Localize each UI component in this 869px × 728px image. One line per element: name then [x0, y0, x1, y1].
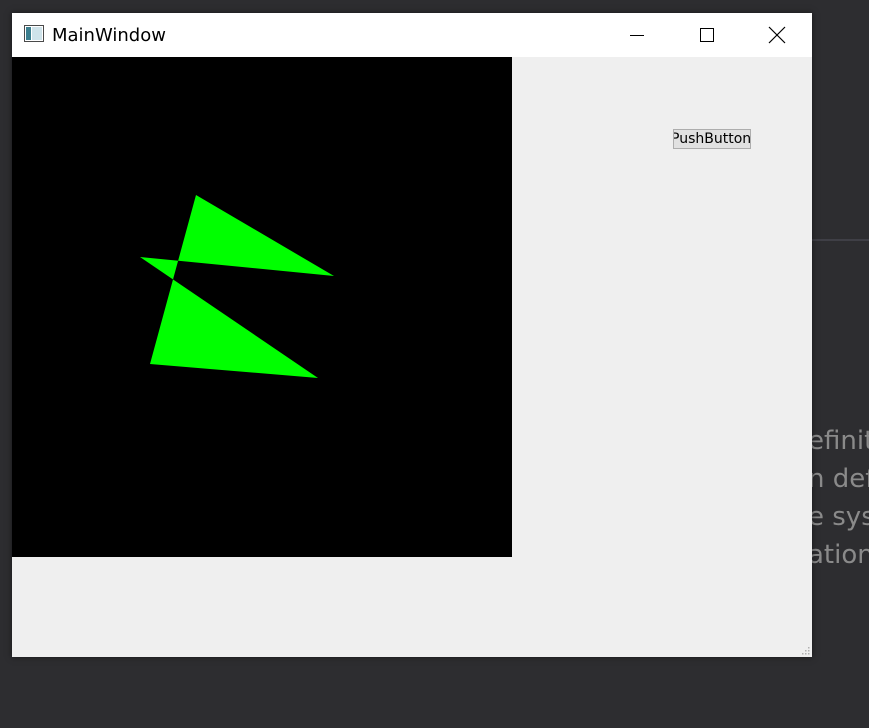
push-button[interactable]: PushButton [673, 129, 751, 149]
star-drawing [140, 195, 334, 378]
resize-grip-icon[interactable] [800, 645, 810, 655]
minimize-button[interactable] [607, 13, 667, 57]
maximize-icon [700, 28, 714, 42]
close-button[interactable] [747, 13, 807, 57]
drawing-canvas[interactable] [12, 57, 512, 557]
app-window-icon [24, 25, 44, 42]
maximize-button[interactable] [677, 13, 737, 57]
background-text-line-4: ation [812, 540, 869, 570]
background-divider [812, 239, 869, 241]
close-icon [768, 26, 786, 44]
green-star-shape [140, 195, 334, 378]
title-bar[interactable]: MainWindow [12, 13, 812, 57]
background-text-line-2: n defi [812, 464, 869, 494]
window-title: MainWindow [52, 25, 166, 46]
minimize-icon [630, 35, 644, 36]
main-window: MainWindow PushButton [12, 13, 812, 657]
background-text-line-1: efiniti [812, 426, 869, 456]
background-text-line-3: e sys [812, 502, 869, 532]
